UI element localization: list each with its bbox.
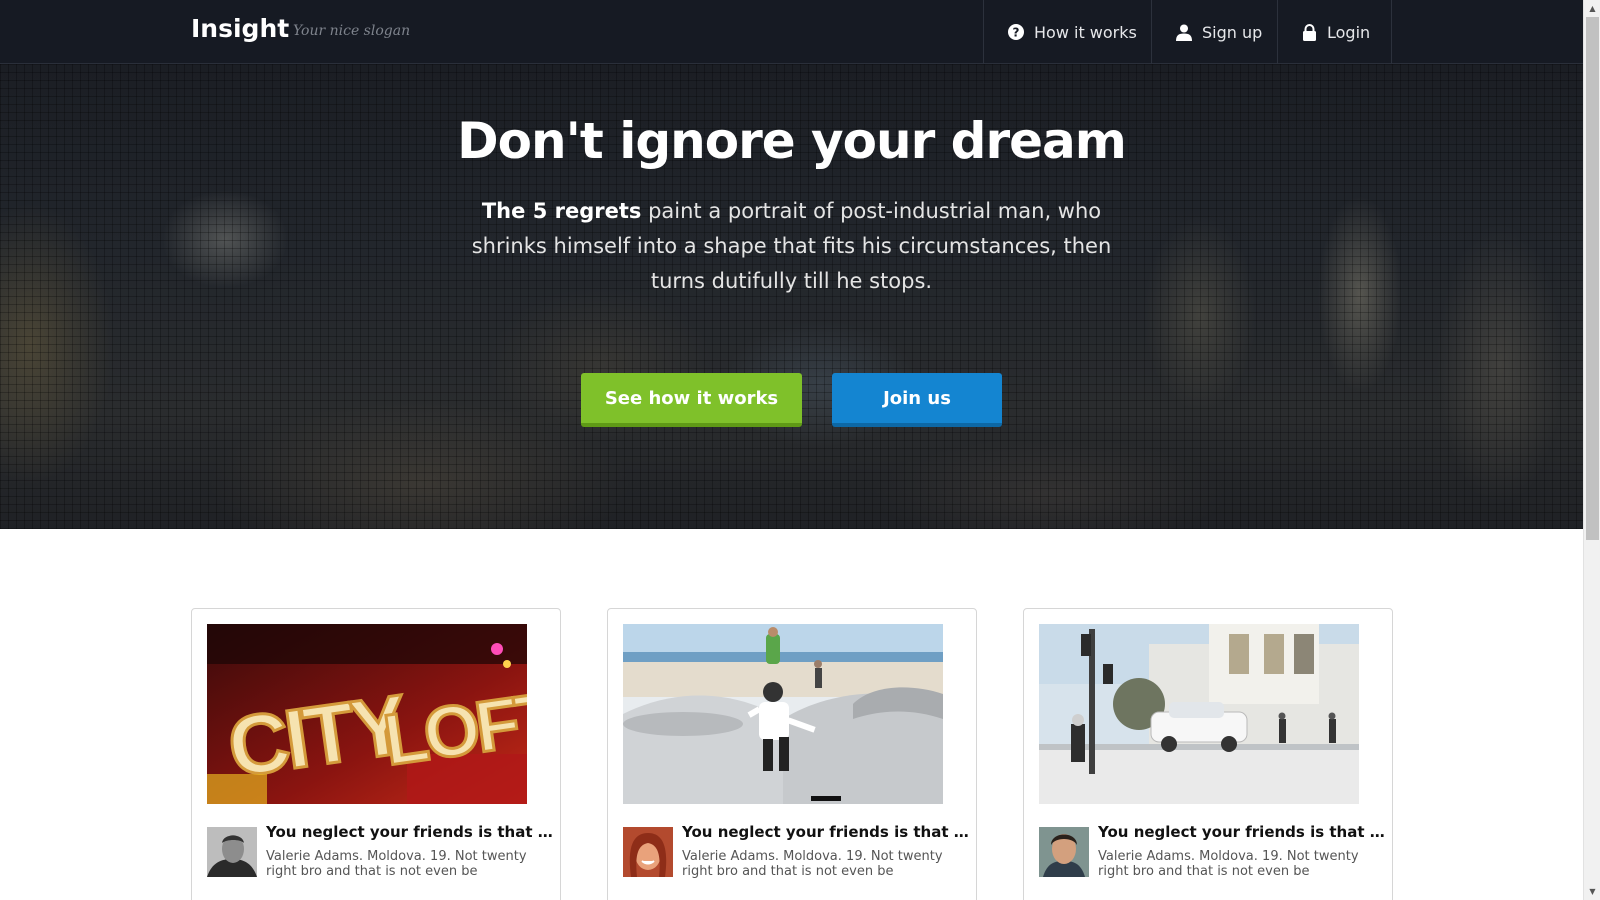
- feature-card[interactable]: You neglect your friends is that you... …: [607, 608, 977, 900]
- card-title[interactable]: You neglect your friends is that you...: [266, 823, 556, 841]
- nav-how-it-works-label: How it works: [1034, 22, 1137, 42]
- navbar: Insight Your nice slogan ? How it works …: [0, 0, 1583, 64]
- brand-logo[interactable]: Insight: [191, 14, 289, 43]
- nav-login-label: Login: [1327, 22, 1371, 42]
- card-image-skatepark[interactable]: [623, 624, 943, 804]
- card-image-city-loft[interactable]: CITY LOFT: [207, 624, 527, 804]
- hero-lead: The 5 regrets paint a portrait of post-i…: [460, 194, 1123, 299]
- brand-slogan: Your nice slogan: [293, 23, 411, 39]
- scroll-thumb[interactable]: [1586, 17, 1599, 540]
- card-text: Valerie Adams. Moldova. 19. Not twenty r…: [1098, 849, 1359, 879]
- card-text: Valerie Adams. Moldova. 19. Not twenty r…: [266, 849, 527, 879]
- nav-login[interactable]: Login: [1277, 0, 1392, 64]
- avatar[interactable]: [1039, 827, 1089, 877]
- question-circle-icon: ?: [1008, 24, 1024, 40]
- card-title[interactable]: You neglect your friends is that you...: [682, 823, 972, 841]
- avatar[interactable]: [207, 827, 257, 877]
- avatar[interactable]: [623, 827, 673, 877]
- feature-card[interactable]: CITY LOFT You neglect your friends is th…: [191, 608, 561, 900]
- card-text: Valerie Adams. Moldova. 19. Not twenty r…: [682, 849, 943, 879]
- join-us-button[interactable]: Join us: [832, 373, 1002, 427]
- feature-card[interactable]: You neglect your friends is that you... …: [1023, 608, 1393, 900]
- see-how-it-works-button[interactable]: See how it works: [581, 373, 802, 427]
- card-image-street[interactable]: [1039, 624, 1359, 804]
- nav-how-it-works[interactable]: ? How it works: [983, 0, 1151, 64]
- page-scrollbar[interactable]: ▲ ▼: [1583, 0, 1600, 900]
- card-title[interactable]: You neglect your friends is that you...: [1098, 823, 1388, 841]
- hero-title: Don't ignore your dream: [457, 112, 1127, 170]
- nav-menu: ? How it works Sign up Login: [983, 0, 1392, 64]
- lock-icon: [1302, 23, 1317, 41]
- scroll-down-arrow-icon[interactable]: ▼: [1584, 883, 1600, 900]
- scroll-up-arrow-icon[interactable]: ▲: [1584, 0, 1600, 17]
- user-icon: [1176, 24, 1192, 41]
- nav-sign-up[interactable]: Sign up: [1151, 0, 1277, 64]
- svg-text:?: ?: [1013, 26, 1020, 40]
- nav-sign-up-label: Sign up: [1202, 22, 1263, 42]
- hero-section: Don't ignore your dream The 5 regrets pa…: [0, 64, 1583, 529]
- hero-lead-bold: The 5 regrets: [481, 199, 642, 223]
